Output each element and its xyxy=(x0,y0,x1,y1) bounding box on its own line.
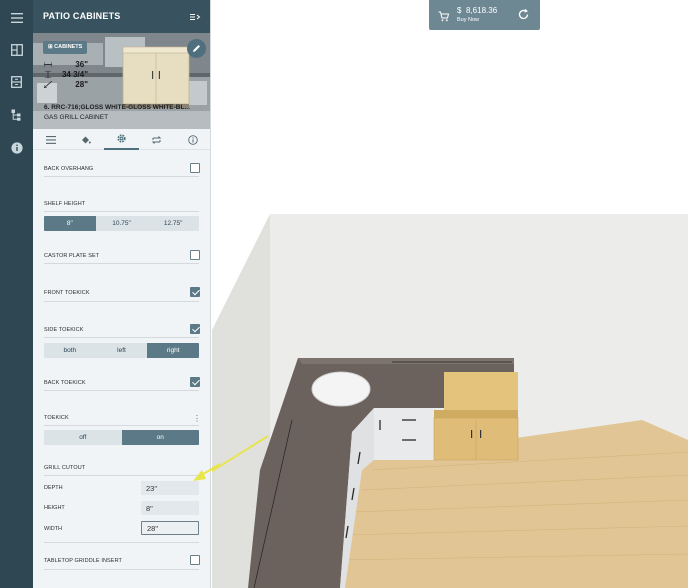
grill-cutout-width-input[interactable] xyxy=(141,521,199,535)
side-toekick-option-right[interactable]: right xyxy=(147,343,199,358)
tabletop-griddle-label: TABLETOP GRIDDLE INSERT xyxy=(44,558,122,564)
back-toekick-checkbox[interactable] xyxy=(190,377,200,387)
3d-design-canvas[interactable] xyxy=(212,0,688,588)
tab-swap[interactable] xyxy=(139,129,174,150)
side-toekick-selector: both left right xyxy=(44,343,199,358)
depth-label: DEPTH xyxy=(44,485,63,491)
height-label: HEIGHT xyxy=(44,505,65,511)
toekick-selector: off on xyxy=(44,430,199,445)
list-icon xyxy=(45,135,56,144)
back-overhang-label: BACK OVERHANG xyxy=(44,166,94,172)
castor-plate-set-label: CASTOR PLATE SET xyxy=(44,253,100,259)
height-icon xyxy=(45,71,51,78)
pencil-icon xyxy=(193,45,200,52)
tab-list[interactable] xyxy=(33,129,68,150)
shelf-height-label: SHELF HEIGHT xyxy=(44,201,86,207)
tabletop-griddle-checkbox[interactable] xyxy=(190,555,200,565)
front-toekick-checkbox[interactable] xyxy=(190,287,200,297)
width-label: WIDTH xyxy=(44,526,63,532)
sink-cutout xyxy=(311,371,371,407)
divider xyxy=(44,263,199,264)
divider xyxy=(44,542,199,543)
width-value: 36" xyxy=(75,60,88,69)
options-list[interactable]: BACK OVERHANG SHELF HEIGHT 8" 10.75" 12.… xyxy=(33,151,210,588)
currency-symbol: $ xyxy=(457,6,462,15)
refresh-icon[interactable] xyxy=(517,8,530,21)
swap-icon xyxy=(151,135,162,144)
side-toekick-option-left[interactable]: left xyxy=(96,343,148,358)
grill-cutout-label: GRILL CUTOUT xyxy=(44,465,86,471)
divider xyxy=(44,569,199,570)
more-options-icon[interactable]: ⋮ xyxy=(193,415,201,423)
cabinet-options-panel: PATIO CABINETS ⊞ CABINETS 36" 34 3/4" 28… xyxy=(33,0,211,588)
toekick-label: TOEKICK xyxy=(44,415,69,421)
grill-cutout-height-input[interactable] xyxy=(141,501,199,515)
info-icon xyxy=(187,134,198,145)
width-icon xyxy=(44,62,52,67)
cabinet-list-icon[interactable] xyxy=(8,73,25,90)
back-toekick-label: BACK TOEKICK xyxy=(44,380,86,386)
paint-bucket-icon xyxy=(81,136,91,143)
grill-cabinet-lip xyxy=(434,410,518,418)
height-value: 34 3/4" xyxy=(61,70,88,79)
toekick-option-on[interactable]: on xyxy=(121,430,199,445)
tab-settings[interactable] xyxy=(104,129,139,150)
divider xyxy=(44,390,199,391)
divider xyxy=(44,301,199,302)
toekick-option-off[interactable]: off xyxy=(44,430,122,445)
collapse-panel-icon[interactable] xyxy=(189,10,201,22)
back-overhang-checkbox[interactable] xyxy=(190,163,200,173)
panel-title: PATIO CABINETS xyxy=(43,11,121,21)
cabinet-name: 6. RRC-716;GLOSS WHITE-GLOSS WHITE-BL... xyxy=(44,104,190,111)
menu-icon[interactable] xyxy=(8,9,25,26)
side-toekick-label: SIDE TOEKICK xyxy=(44,327,84,333)
shelf-height-selector: 8" 10.75" 12.75" xyxy=(44,216,199,231)
shelf-height-option-10-75[interactable]: 10.75" xyxy=(96,216,148,231)
panel-tabs xyxy=(33,129,210,150)
shelf-height-option-12-75[interactable]: 12.75" xyxy=(147,216,199,231)
total-price: 8,618.36 xyxy=(466,6,498,15)
cabinet-preview: ⊞ CABINETS 36" 34 3/4" 28" 6. RRC-716;GL… xyxy=(33,33,210,129)
castor-plate-set-checkbox[interactable] xyxy=(190,250,200,260)
cabinet-type: GAS GRILL CABINET xyxy=(44,114,109,121)
divider xyxy=(44,176,199,177)
category-badge: ⊞ CABINETS xyxy=(43,41,88,54)
buy-now-link[interactable]: Buy Now xyxy=(457,17,479,23)
depth-icon xyxy=(44,81,52,88)
tab-info[interactable] xyxy=(175,129,210,150)
side-toekick-checkbox[interactable] xyxy=(190,324,200,334)
annotation-arrow-head xyxy=(193,463,220,481)
shelf-height-option-8[interactable]: 8" xyxy=(44,216,96,231)
tree-structure-icon[interactable] xyxy=(8,106,25,123)
gear-icon xyxy=(117,134,126,143)
price-bar: $ 8,618.36 Buy Now xyxy=(429,0,540,30)
panel-header: PATIO CABINETS xyxy=(33,0,210,33)
grill-cutout-depth-input[interactable] xyxy=(141,481,199,495)
category-badge-label: CABINETS xyxy=(54,44,83,50)
icon-rail xyxy=(0,0,33,588)
floorplan-icon[interactable] xyxy=(8,41,25,58)
tab-finish[interactable] xyxy=(68,129,103,150)
info-icon[interactable] xyxy=(8,139,25,156)
divider xyxy=(44,337,199,338)
edit-cabinet-button[interactable] xyxy=(187,39,206,58)
depth-value: 28" xyxy=(75,80,88,89)
divider xyxy=(44,425,199,426)
side-toekick-option-both[interactable]: both xyxy=(44,343,96,358)
front-toekick-label: FRONT TOEKICK xyxy=(44,290,90,296)
divider xyxy=(44,475,199,476)
cart-icon[interactable] xyxy=(438,9,450,22)
divider xyxy=(44,211,199,212)
countertop-edge xyxy=(298,358,514,364)
